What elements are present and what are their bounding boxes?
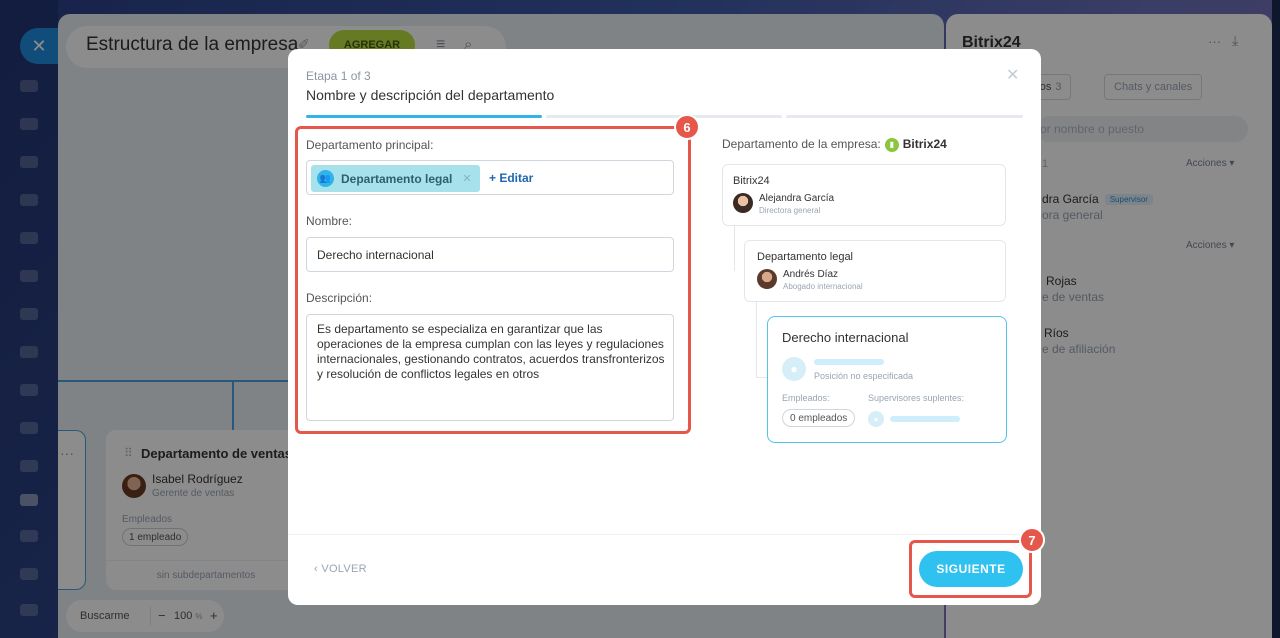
close-icon[interactable]: ✕ (1006, 65, 1019, 85)
preview-root-card: Bitrix24 Alejandra García Directora gene… (722, 164, 1006, 226)
company-name: Bitrix24 (902, 137, 947, 151)
user-icon: ● (868, 411, 884, 427)
form-highlight (295, 126, 691, 434)
avatar (733, 193, 753, 213)
position-placeholder: Posición no especificada (814, 371, 914, 381)
company-logo-icon: ▮ (884, 137, 899, 152)
progress-step-3 (786, 115, 1023, 118)
dialog-title: Nombre y descripción del departamento (306, 87, 555, 103)
preview-root-title: Bitrix24 (733, 175, 770, 187)
next-button[interactable]: SIGUIENTE (919, 551, 1023, 587)
preview-new-title: Derecho internacional (782, 330, 909, 345)
preview-parent-title: Departamento legal (757, 251, 854, 263)
step-marker: 6 (674, 114, 700, 140)
preview-parent-card: Departamento legal Andrés Díaz Abogado i… (744, 240, 1006, 302)
placeholder-bar (814, 359, 884, 365)
preview-new-department-card: Derecho internacional ● Posición no espe… (767, 316, 1007, 443)
placeholder-bar (890, 416, 960, 422)
step-marker: 7 (1019, 527, 1045, 553)
back-button[interactable]: ‹ VOLVER (314, 563, 367, 575)
divider (288, 534, 1041, 535)
deputies-label: Supervisores suplentes: (868, 393, 965, 403)
wizard-stage: Etapa 1 of 3 (306, 69, 371, 83)
tree-connector (756, 302, 757, 378)
preview-root-role: Directora general (759, 206, 821, 215)
tree-connector (734, 226, 735, 271)
progress-step-2 (546, 115, 782, 118)
preview-label: Departamento de la empresa: ▮ Bitrix24 (722, 137, 947, 152)
preview-root-person: Alejandra García (759, 193, 835, 204)
preview-parent-person: Andrés Díaz (783, 269, 839, 280)
avatar (757, 269, 777, 289)
employees-label: Empleados: (782, 393, 830, 403)
create-department-dialog: Etapa 1 of 3 Nombre y descripción del de… (288, 49, 1045, 605)
progress-step-1 (306, 115, 542, 118)
preview-parent-role: Abogado internacional (783, 282, 863, 291)
employees-count-badge: 0 empleados (782, 409, 856, 427)
user-icon: ● (782, 357, 806, 381)
